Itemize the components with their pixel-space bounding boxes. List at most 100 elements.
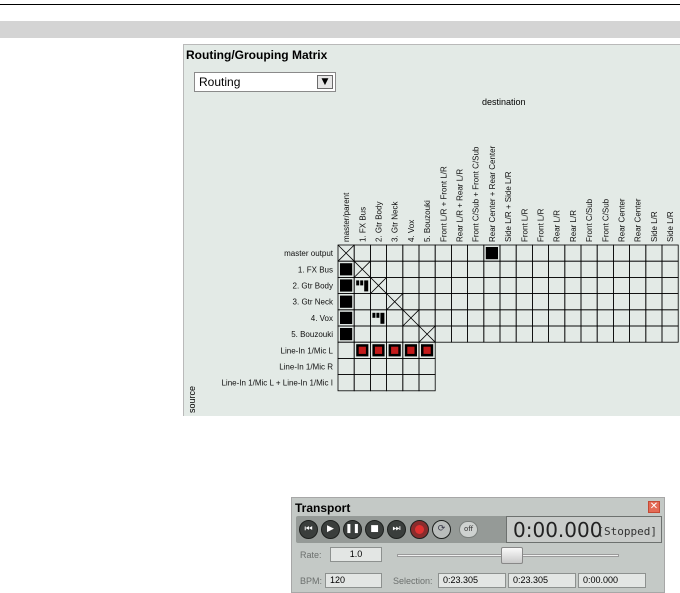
off-button[interactable]: off: [459, 521, 478, 538]
matrix-cell[interactable]: [353, 293, 371, 311]
matrix-cell[interactable]: [645, 325, 663, 343]
matrix-cell-input[interactable]: [337, 357, 355, 375]
matrix-cell[interactable]: [386, 244, 404, 262]
matrix-cell[interactable]: [434, 325, 452, 343]
close-icon[interactable]: ✕: [648, 501, 660, 513]
matrix-cell[interactable]: [483, 293, 501, 311]
selection-start-field[interactable]: 0:23.305: [438, 573, 506, 588]
matrix-cell[interactable]: [596, 260, 614, 278]
matrix-cell-input[interactable]: [386, 374, 404, 392]
matrix-cell[interactable]: [580, 260, 598, 278]
matrix-cell[interactable]: [434, 309, 452, 327]
selection-end-field[interactable]: 0:23.305: [508, 573, 576, 588]
matrix-cell[interactable]: [548, 276, 566, 294]
matrix-cell[interactable]: [564, 260, 582, 278]
matrix-cell-input[interactable]: [418, 357, 436, 375]
play-button[interactable]: ▶: [321, 520, 340, 539]
matrix-cell[interactable]: [629, 276, 647, 294]
matrix-cell[interactable]: [402, 293, 420, 311]
matrix-cell[interactable]: [434, 293, 452, 311]
routing-matrix-grid[interactable]: master/parent 1. FX Bus 2. Gtr Body 3. Gtr …: [184, 45, 680, 417]
matrix-cell[interactable]: [580, 325, 598, 343]
matrix-cell[interactable]: [467, 276, 485, 294]
rate-slider-thumb[interactable]: [501, 547, 524, 564]
matrix-cell[interactable]: [661, 309, 679, 327]
stop-button[interactable]: ■: [365, 520, 384, 539]
rate-field[interactable]: 1.0: [330, 547, 382, 562]
matrix-cell[interactable]: [596, 325, 614, 343]
matrix-cell[interactable]: [612, 325, 630, 343]
matrix-cell-input[interactable]: [369, 374, 387, 392]
matrix-cell[interactable]: [483, 309, 501, 327]
matrix-cell[interactable]: [386, 309, 404, 327]
loop-button[interactable]: ⟳: [432, 520, 451, 539]
matrix-cell[interactable]: [661, 325, 679, 343]
matrix-cell[interactable]: [369, 293, 387, 311]
matrix-cell[interactable]: [499, 276, 517, 294]
matrix-cell[interactable]: [434, 276, 452, 294]
matrix-cell[interactable]: [450, 293, 468, 311]
matrix-cell[interactable]: [402, 325, 420, 343]
matrix-cell-input[interactable]: [353, 374, 371, 392]
matrix-cell[interactable]: [645, 293, 663, 311]
matrix-cell[interactable]: [483, 276, 501, 294]
matrix-cell[interactable]: [580, 293, 598, 311]
matrix-cell[interactable]: [499, 244, 517, 262]
matrix-cell[interactable]: [450, 244, 468, 262]
matrix-cell[interactable]: [531, 276, 549, 294]
matrix-cell[interactable]: [531, 325, 549, 343]
matrix-cell[interactable]: [499, 260, 517, 278]
matrix-cell[interactable]: [645, 309, 663, 327]
matrix-cell[interactable]: [531, 309, 549, 327]
matrix-cell[interactable]: [515, 244, 533, 262]
matrix-cell[interactable]: [515, 293, 533, 311]
matrix-cell[interactable]: [515, 309, 533, 327]
matrix-cell[interactable]: [467, 309, 485, 327]
matrix-cell[interactable]: [548, 325, 566, 343]
matrix-cell[interactable]: [402, 244, 420, 262]
matrix-cell[interactable]: [612, 260, 630, 278]
matrix-cell[interactable]: [499, 309, 517, 327]
matrix-cell[interactable]: [450, 325, 468, 343]
matrix-cell[interactable]: [564, 276, 582, 294]
matrix-cell[interactable]: [612, 293, 630, 311]
matrix-cell[interactable]: [353, 309, 371, 327]
matrix-cell[interactable]: [467, 244, 485, 262]
matrix-cell[interactable]: [499, 293, 517, 311]
matrix-cell[interactable]: [564, 325, 582, 343]
pause-button[interactable]: ❚❚: [343, 520, 362, 539]
matrix-cell[interactable]: [353, 325, 371, 343]
matrix-cell[interactable]: [580, 276, 598, 294]
matrix-cell[interactable]: [467, 325, 485, 343]
matrix-cell[interactable]: [661, 276, 679, 294]
matrix-cell[interactable]: [418, 309, 436, 327]
matrix-cell[interactable]: [629, 325, 647, 343]
matrix-cell[interactable]: [580, 309, 598, 327]
matrix-cell[interactable]: [515, 276, 533, 294]
matrix-cell-input[interactable]: [402, 374, 420, 392]
matrix-cell[interactable]: [596, 276, 614, 294]
matrix-cell[interactable]: [548, 244, 566, 262]
matrix-cell[interactable]: [564, 309, 582, 327]
matrix-cell[interactable]: [612, 244, 630, 262]
matrix-cell[interactable]: [499, 325, 517, 343]
matrix-cell-input[interactable]: [418, 374, 436, 392]
matrix-cell-input[interactable]: [402, 357, 420, 375]
matrix-cell[interactable]: [450, 260, 468, 278]
matrix-cell[interactable]: [629, 309, 647, 327]
matrix-cell[interactable]: [564, 293, 582, 311]
matrix-cell-input[interactable]: [353, 357, 371, 375]
matrix-cell[interactable]: [418, 260, 436, 278]
matrix-cell[interactable]: [418, 244, 436, 262]
matrix-cell[interactable]: [450, 309, 468, 327]
matrix-cell[interactable]: [629, 260, 647, 278]
matrix-cell[interactable]: [580, 244, 598, 262]
selection-length-field[interactable]: 0:00.000: [578, 573, 646, 588]
matrix-cell[interactable]: [386, 276, 404, 294]
matrix-cell-input[interactable]: [337, 341, 355, 359]
go-to-end-button[interactable]: ⏭: [387, 520, 406, 539]
matrix-cell[interactable]: [402, 260, 420, 278]
matrix-cell[interactable]: [402, 276, 420, 294]
matrix-cell[interactable]: [629, 293, 647, 311]
matrix-cell[interactable]: [418, 276, 436, 294]
